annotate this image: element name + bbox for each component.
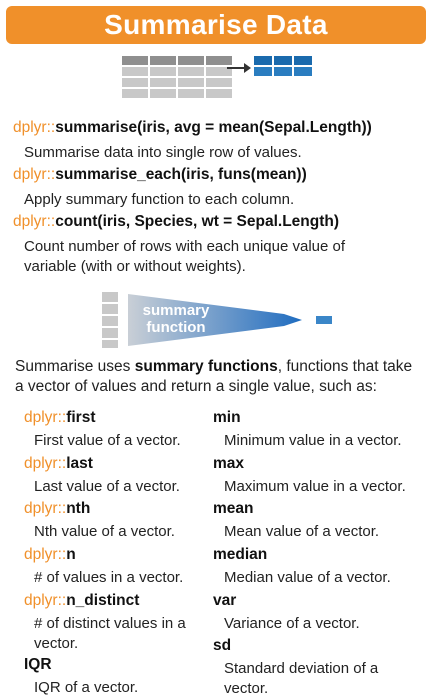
arrow-right-icon: [227, 63, 251, 73]
term-nth-desc: Nth value of a vector.: [34, 523, 175, 540]
function-summarise: dplyr::summarise(iris, avg = mean(Sepal.…: [13, 119, 372, 136]
section-title: Summarise Data: [104, 9, 328, 40]
function-summarise-each-desc: Apply summary function to each column.: [24, 191, 295, 208]
term-sd-desc: Standard deviation of a vector.: [224, 660, 379, 697]
term-n-distinct: dplyr::n_distinct: [24, 592, 140, 609]
summary-functions-intro: Summarise uses summary functions, functi…: [15, 358, 413, 395]
term-first: dplyr::first: [24, 409, 96, 426]
term-min: min: [213, 409, 241, 426]
input-column-graphic: [102, 292, 118, 348]
term-iqr-desc: IQR of a vector.: [34, 679, 139, 696]
term-first-desc: First value of a vector.: [34, 432, 181, 449]
term-n-distinct-desc: # of distinct values in a vector.: [34, 615, 186, 652]
output-value-graphic: [316, 316, 332, 324]
function-count: dplyr::count(iris, Species, wt = Sepal.L…: [13, 213, 340, 230]
term-mean: mean: [213, 500, 254, 517]
term-last: dplyr::last: [24, 455, 93, 472]
term-sd: sd: [213, 637, 232, 654]
term-median: median: [213, 546, 268, 563]
term-last-desc: Last value of a vector.: [34, 478, 180, 495]
diagram-label-line2: function: [146, 319, 205, 336]
term-max-desc: Maximum value in a vector.: [224, 478, 406, 495]
section-header: Summarise Data: [6, 6, 426, 44]
term-n-desc: # of values in a vector.: [34, 569, 184, 586]
function-summarise-each: dplyr::summarise_each(iris, funs(mean)): [13, 166, 307, 183]
term-n: dplyr::n: [24, 546, 76, 563]
summary-function-diagram: summary function: [102, 292, 332, 348]
term-median-desc: Median value of a vector.: [224, 569, 391, 586]
term-min-desc: Minimum value in a vector.: [224, 432, 402, 449]
term-nth: dplyr::nth: [24, 500, 91, 517]
diagram-label-line1: summary: [143, 302, 210, 319]
output-table-graphic: [254, 56, 312, 76]
term-var: var: [213, 592, 237, 609]
term-mean-desc: Mean value of a vector.: [224, 523, 380, 540]
term-max: max: [213, 455, 245, 472]
function-summarise-desc: Summarise data into single row of values…: [24, 144, 302, 161]
term-iqr: IQR: [24, 656, 52, 673]
function-count-desc: Count number of rows with each unique va…: [24, 238, 346, 275]
input-table-graphic: [122, 56, 232, 98]
term-var-desc: Variance of a vector.: [224, 615, 360, 632]
